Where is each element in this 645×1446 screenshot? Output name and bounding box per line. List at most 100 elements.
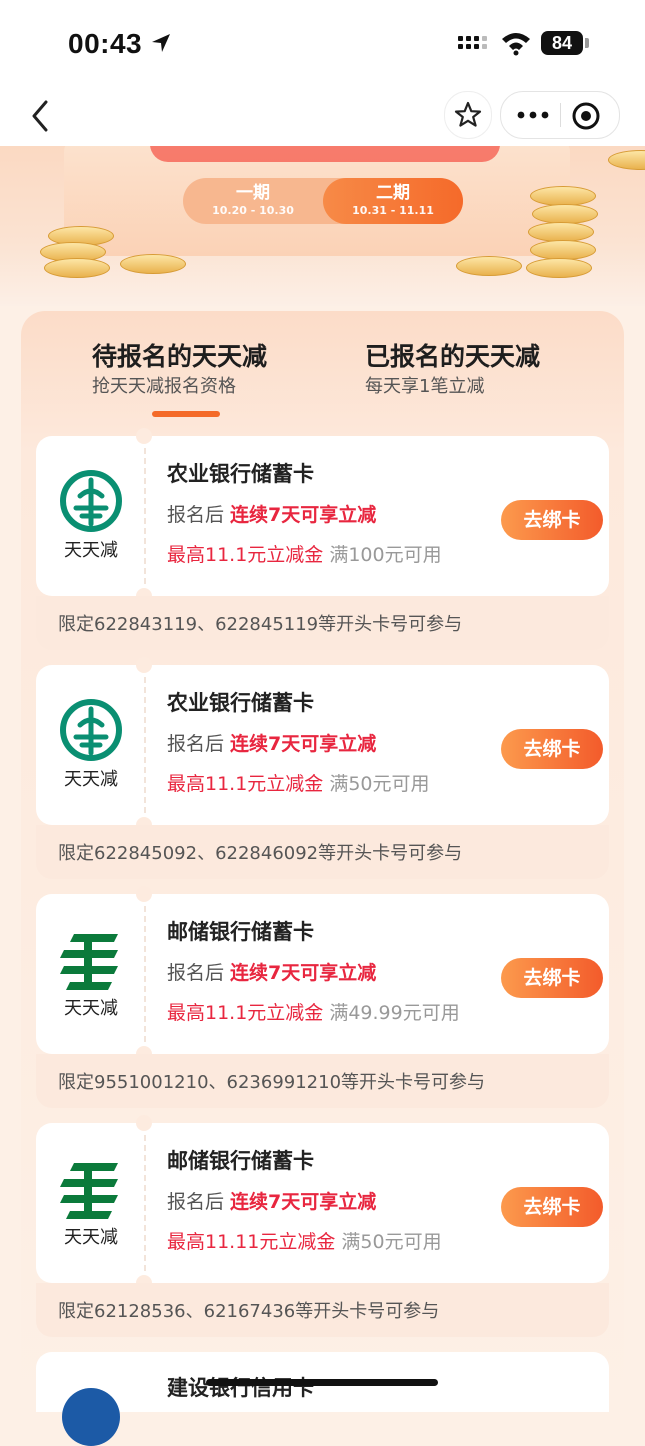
promo-text: 连续7天可享立减 [230, 1191, 377, 1213]
signup-promo: 报名后 连续7天可享立减 [167, 1187, 376, 1214]
discount-info: 最高11.1元立减金 满100元可用 [167, 540, 442, 567]
phase-date: 10.31 - 11.11 [352, 204, 434, 217]
card-limit-text: 限定622845092、622846092等开头卡号可参与 [58, 843, 463, 864]
coin-icon [44, 258, 110, 278]
phase-date: 10.20 - 10.30 [212, 204, 294, 217]
back-arrow-icon[interactable] [24, 96, 60, 136]
bank-name: 邮储银行储蓄卡 [167, 1149, 314, 1173]
logo-caption: 天天减 [64, 769, 118, 790]
coin-icon [608, 150, 645, 170]
promo-text: 连续7天可享立减 [230, 962, 377, 984]
coin-icon [120, 254, 186, 274]
bank-name: 邮储银行储蓄卡 [167, 920, 314, 944]
signup-promo: 报名后 连续7天可享立减 [167, 729, 376, 756]
logo-caption: 天天减 [64, 1227, 118, 1248]
psbc-bank-icon [60, 934, 118, 990]
after-signup-label: 报名后 [167, 504, 225, 526]
bind-card-button[interactable]: 去绑卡 [501, 958, 603, 998]
signup-promo: 报名后 连续7天可享立减 [167, 958, 376, 985]
after-signup-label: 报名后 [167, 1191, 225, 1213]
signup-promo: 报名后 连续7天可享立减 [167, 500, 376, 527]
tab-signed-up[interactable]: 已报名的天天减 每天享1笔立减 [365, 340, 540, 400]
phase-name: 二期 [376, 183, 410, 203]
promo-text: 连续7天可享立减 [230, 504, 377, 526]
threshold: 满49.99元可用 [329, 1002, 460, 1024]
card-divider [144, 677, 146, 813]
card-footer: 限定9551001210、6236991210等开头卡号可参与 [36, 1054, 609, 1108]
active-tab-indicator [152, 411, 220, 417]
coin-icon [526, 258, 592, 278]
discount-info: 最高11.1元立减金 满49.99元可用 [167, 998, 460, 1025]
logo-caption: 天天减 [64, 998, 118, 1019]
abc-bank-icon [60, 470, 122, 532]
battery-tip [585, 38, 589, 48]
max-discount: 最高11.1元立减金 [167, 773, 324, 795]
coin-icon [456, 256, 522, 276]
card-footer: 限定62128536、62167436等开头卡号可参与 [36, 1283, 609, 1337]
bank-name: 农业银行储蓄卡 [167, 691, 314, 715]
discount-info: 最高11.1元立减金 满50元可用 [167, 769, 430, 796]
coin-icon [532, 204, 598, 224]
favorite-button[interactable] [444, 91, 492, 139]
bind-card-button[interactable]: 去绑卡 [501, 729, 603, 769]
promo-text: 连续7天可享立减 [230, 733, 377, 755]
card-notch [136, 1115, 152, 1131]
max-discount: 最高11.1元立减金 [167, 544, 324, 566]
logo-caption: 天天减 [64, 540, 118, 561]
capsule-divider [560, 103, 561, 127]
card-limit-text: 限定622843119、622845119等开头卡号可参与 [58, 614, 463, 635]
tab-title: 待报名的天天减 [92, 342, 268, 371]
card-divider [144, 906, 146, 1042]
card-divider [144, 1135, 146, 1271]
close-target-icon[interactable] [571, 101, 601, 131]
card-notch [136, 886, 152, 902]
bank-card-offer: 天天减 农业银行储蓄卡 报名后 连续7天可享立减 最高11.1元立减金 满50元可用… [36, 657, 609, 879]
bank-name: 农业银行储蓄卡 [167, 462, 314, 486]
more-icon[interactable] [513, 102, 553, 128]
banner-ribbon [150, 146, 500, 162]
after-signup-label: 报名后 [167, 962, 225, 984]
battery-indicator: 84 [541, 31, 583, 55]
card-footer: 限定622845092、622846092等开头卡号可参与 [36, 825, 609, 879]
status-bar: 00:43 84 [0, 0, 645, 88]
ccb-bank-icon [62, 1388, 120, 1446]
bank-card-offer: 天天减 农业银行储蓄卡 报名后 连续7天可享立减 最高11.1元立减金 满100元可… [36, 428, 609, 650]
card-notch [136, 657, 152, 673]
max-discount: 最高11.1元立减金 [167, 1002, 324, 1024]
mini-program-capsule [500, 91, 620, 139]
card-limit-text: 限定9551001210、6236991210等开头卡号可参与 [58, 1072, 486, 1093]
phase-2-tab[interactable]: 二期 10.31 - 11.11 [323, 178, 463, 224]
after-signup-label: 报名后 [167, 733, 225, 755]
threshold: 满50元可用 [341, 1231, 442, 1253]
threshold: 满100元可用 [329, 544, 442, 566]
bind-card-button[interactable]: 去绑卡 [501, 1187, 603, 1227]
max-discount: 最高11.11元立减金 [167, 1231, 336, 1253]
card-limit-text: 限定62128536、62167436等开头卡号可参与 [58, 1301, 440, 1322]
bind-card-button[interactable]: 去绑卡 [501, 500, 603, 540]
phase-1-tab[interactable]: 一期 10.20 - 10.30 [183, 178, 323, 224]
bank-card-offer: 天天减 邮储银行储蓄卡 报名后 连续7天可享立减 最高11.11元立减金 满50元可… [36, 1115, 609, 1337]
home-indicator [206, 1379, 438, 1386]
tab-pending-signup[interactable]: 待报名的天天减 抢天天减报名资格 [92, 340, 267, 400]
card-divider [144, 448, 146, 584]
promo-banner: 一期 10.20 - 10.30 二期 10.31 - 11.11 [0, 146, 645, 306]
psbc-bank-icon [60, 1163, 118, 1219]
phase-name: 一期 [236, 183, 270, 203]
abc-bank-icon [60, 699, 122, 761]
bank-card-offer: 天天减 邮储银行储蓄卡 报名后 连续7天可享立减 最高11.1元立减金 满49.99… [36, 886, 609, 1108]
nav-bar [0, 88, 645, 146]
threshold: 满50元可用 [329, 773, 430, 795]
tab-title: 已报名的天天减 [365, 342, 541, 371]
location-arrow-icon [152, 34, 170, 52]
card-notch [136, 428, 152, 444]
signal-icon [458, 36, 487, 49]
tab-subtitle: 抢天天减报名资格 [92, 376, 236, 397]
coin-icon [530, 240, 596, 260]
card-footer: 限定622843119、622845119等开头卡号可参与 [36, 596, 609, 650]
phase-toggle: 一期 10.20 - 10.30 二期 10.31 - 11.11 [183, 178, 463, 224]
coin-icon [528, 222, 594, 242]
coin-icon [530, 186, 596, 206]
discount-info: 最高11.11元立减金 满50元可用 [167, 1227, 442, 1254]
status-time: 00:43 [68, 28, 143, 59]
star-icon [454, 101, 482, 127]
